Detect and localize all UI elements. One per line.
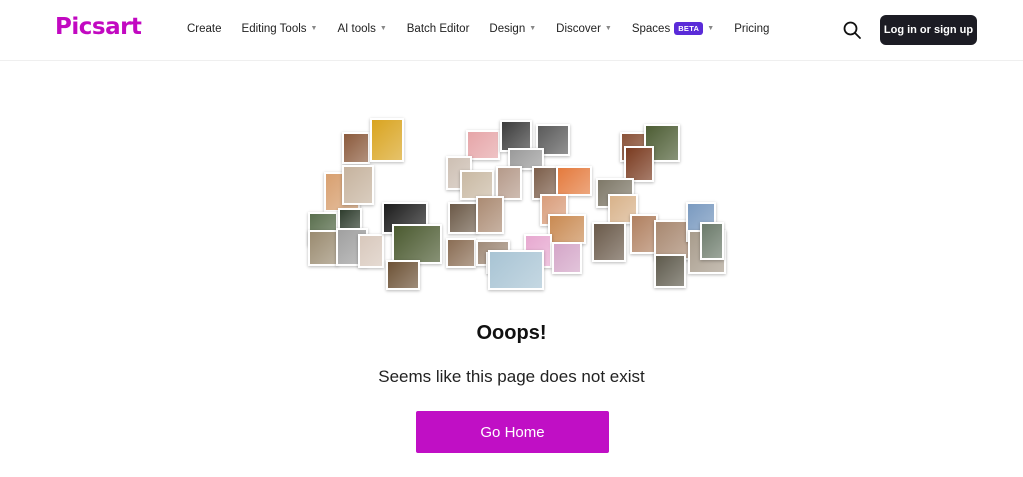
login-signup-button[interactable]: Log in or sign up xyxy=(880,15,977,45)
chevron-down-icon: ▼ xyxy=(379,25,387,32)
nav-create-label: Create xyxy=(187,22,222,35)
collage-photo xyxy=(448,202,478,234)
go-home-button[interactable]: Go Home xyxy=(416,411,609,453)
search-icon xyxy=(843,21,861,39)
nav-editing-tools[interactable]: Editing Tools ▼ xyxy=(242,23,318,35)
nav-discover-label: Discover xyxy=(556,22,601,35)
nav-editing-tools-label: Editing Tools xyxy=(241,22,307,35)
collage-photo xyxy=(624,146,654,182)
collage-photo xyxy=(392,224,442,264)
search-button[interactable] xyxy=(842,20,862,40)
nav-ai-tools[interactable]: AI tools ▼ xyxy=(337,23,386,35)
nav-spaces[interactable]: Spaces BETA ▼ xyxy=(632,22,714,35)
chevron-down-icon: ▼ xyxy=(310,25,318,32)
nav-batch-editor[interactable]: Batch Editor xyxy=(407,23,470,35)
collage-photo xyxy=(342,132,370,164)
nav-batch-editor-label: Batch Editor xyxy=(406,22,470,35)
nav-pricing[interactable]: Pricing xyxy=(734,23,769,35)
collage-photo xyxy=(552,242,582,274)
collage-photo xyxy=(476,196,504,234)
collage-photo xyxy=(556,166,592,196)
picsart-logo[interactable]: Picsart xyxy=(55,14,142,40)
main-nav: Create Editing Tools ▼ AI tools ▼ Batch Ed… xyxy=(187,22,789,35)
nav-create[interactable]: Create xyxy=(187,23,222,35)
nav-pricing-label: Pricing xyxy=(734,22,770,35)
nav-discover[interactable]: Discover ▼ xyxy=(556,23,612,35)
collage-photo xyxy=(496,166,522,200)
404-photo-collage xyxy=(300,110,730,300)
collage-photo xyxy=(342,165,374,205)
collage-photo xyxy=(548,214,586,244)
chevron-down-icon: ▼ xyxy=(529,25,537,32)
collage-photo xyxy=(358,234,384,268)
collage-photo xyxy=(308,230,338,266)
collage-photo xyxy=(370,118,404,162)
collage-photo xyxy=(700,222,724,260)
chevron-down-icon: ▼ xyxy=(707,25,715,32)
collage-photo xyxy=(654,254,686,288)
error-message: Seems like this page does not exist xyxy=(378,367,645,386)
error-title: Ooops! xyxy=(476,322,547,344)
nav-design-label: Design xyxy=(489,22,526,35)
collage-photo xyxy=(592,222,626,262)
collage-photo xyxy=(386,260,420,290)
top-navbar: Picsart Create Editing Tools ▼ AI tools ▼ … xyxy=(0,0,1023,61)
collage-photo xyxy=(488,250,544,290)
nav-spaces-label: Spaces xyxy=(631,22,671,35)
chevron-down-icon: ▼ xyxy=(604,25,612,32)
nav-ai-tools-label: AI tools xyxy=(337,22,376,35)
nav-design[interactable]: Design ▼ xyxy=(489,23,536,35)
collage-photo xyxy=(446,238,476,268)
beta-badge: BETA xyxy=(674,22,704,35)
